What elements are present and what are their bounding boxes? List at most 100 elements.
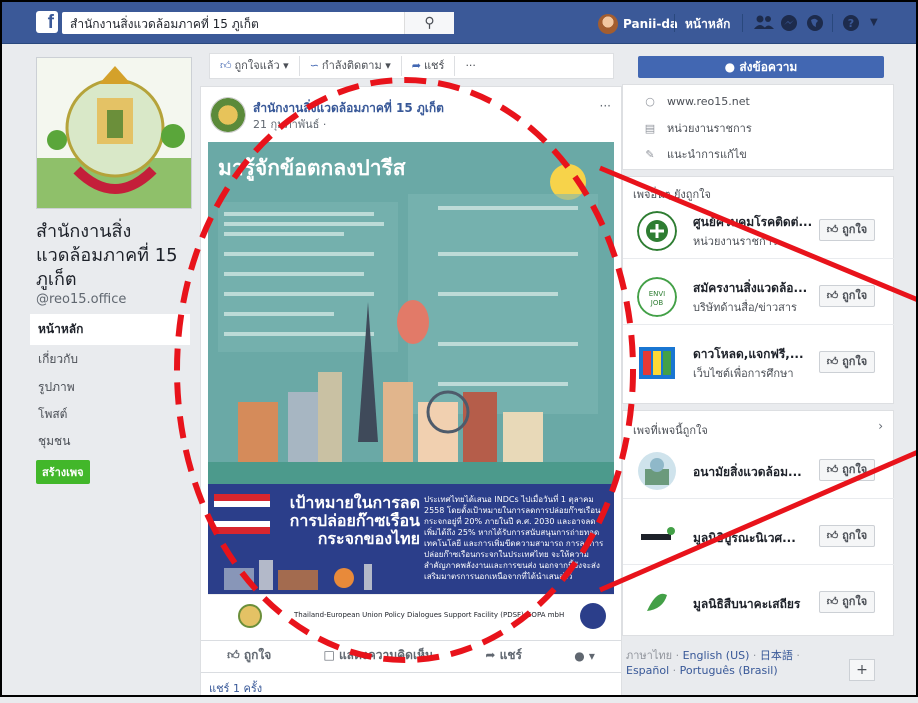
send-message-button[interactable]: ● ส่งข้อความ <box>638 56 884 78</box>
help-icon[interactable]: ? <box>842 14 860 36</box>
liked-pages-header: เพจที่เพจนี้ถูกใจ <box>633 424 708 437</box>
svg-text:ENVI: ENVI <box>649 290 666 298</box>
page-handle[interactable]: @reo15.office <box>36 292 126 307</box>
page-profile-picture[interactable] <box>36 57 192 209</box>
page-logo-icon[interactable] <box>637 211 677 251</box>
search-input[interactable]: สำนักงานสิ่งแวดล้อมภาคที่ 15 ภูเก็ต <box>62 12 440 34</box>
page-logo-icon[interactable]: ENVIJOB <box>637 277 677 317</box>
more-button[interactable]: ··· <box>455 56 486 76</box>
like-page-button[interactable]: 👍︎ ถูกใจ <box>819 591 875 613</box>
page-logo-icon[interactable] <box>637 517 677 557</box>
thumbs-up-icon: 👍︎ <box>826 289 839 302</box>
share-icon: ➦ <box>485 648 496 662</box>
page-category: หน่วยงานราชการ <box>693 235 778 248</box>
thumbs-up-icon: 👍︎ <box>826 463 839 476</box>
like-page-button[interactable]: 👍︎ ถูกใจ <box>819 219 875 241</box>
infographic-title: มารู้จักข้อตกลงปารีส <box>218 156 406 180</box>
profile-link[interactable]: Panii-da <box>598 14 678 34</box>
top-bar: f สำนักงานสิ่งแวดล้อมภาคที่ 15 ภูเก็ต ⚲ … <box>2 2 916 44</box>
notifications-globe-icon[interactable] <box>806 14 824 36</box>
page-logo-icon[interactable] <box>637 583 677 623</box>
thumbs-up-icon: 👍︎ <box>220 59 232 72</box>
nav-item-home[interactable]: หน้าหลัก <box>30 314 190 345</box>
globe-icon: ○ <box>645 95 655 108</box>
post-timestamp[interactable]: 21 กุมภาพันธ์ · <box>253 115 326 133</box>
page-name[interactable]: ดาวโหลด,แจกฟรี,... <box>693 345 804 364</box>
page-logo-icon[interactable] <box>637 451 677 491</box>
rss-icon: ∽ <box>309 59 319 72</box>
post-action-bar: 👍︎ ถูกใจ □ แสดงความคิดเห็น ➦ แชร์ ● ▾ <box>201 640 621 670</box>
banner-title: เป้าหมายในการลดการปล่อยก๊าซเรือนกระจกของ… <box>289 493 420 548</box>
post-card: สำนักงานสิ่งแวดล้อมภาคที่ 15 ภูเก็ต 21 ก… <box>200 86 622 697</box>
messenger-icon: ● <box>724 60 736 74</box>
home-link[interactable]: หน้าหลัก <box>685 15 730 34</box>
language-link-japanese[interactable]: 日本語 <box>760 649 793 662</box>
friends-icon[interactable] <box>754 14 774 34</box>
like-page-button[interactable]: 👍︎ ถูกใจ <box>819 525 875 547</box>
following-button[interactable]: ∽ กำลังติดตาม ▾ <box>300 56 402 76</box>
infographic-banner: เป้าหมายในการลดการปล่อยก๊าซเรือนกระจกของ… <box>208 484 614 594</box>
nav-item-about[interactable]: เกี่ยวกับ <box>30 344 190 375</box>
pencil-icon: ✎ <box>645 147 655 161</box>
avatar: ● <box>574 648 585 663</box>
like-page-button[interactable]: 👍︎ ถูกใจ <box>819 351 875 373</box>
like-page-button[interactable]: 👍︎ ถูกใจ <box>819 459 875 481</box>
thumbs-up-icon: 👍︎ <box>227 648 240 662</box>
divider <box>742 14 743 32</box>
page-title[interactable]: สำนักงานสิ่งแวดล้อมภาคที่ 15 ภูเก็ต <box>36 220 196 292</box>
language-link-english[interactable]: English (US) <box>683 649 750 662</box>
suggest-edit-row[interactable]: ✎ แนะนำการแก้ไข <box>643 145 746 163</box>
share-button[interactable]: ➦ แชร์ <box>402 56 456 76</box>
language-link-portuguese[interactable]: Português (Brasil) <box>680 664 778 677</box>
post-image-infographic[interactable]: มารู้จักข้อตกลงปารีส <box>208 142 614 484</box>
facebook-logo-icon[interactable]: f <box>36 11 58 33</box>
partner-logo-icon <box>580 603 606 629</box>
list-item: ดาวโหลด,แจกฟรี,... เว็บไซต์เพื่อการศึกษา… <box>623 333 895 391</box>
website-row[interactable]: ○ www.reo15.net <box>643 95 750 108</box>
share-icon: ➦ <box>411 59 421 72</box>
thumbs-up-icon: 👍︎ <box>826 595 839 608</box>
shares-count[interactable]: แชร์ 1 ครั้ง <box>201 672 621 703</box>
category-row[interactable]: ▤ หน่วยงานราชการ <box>643 119 752 137</box>
svg-text:JOB: JOB <box>650 299 664 307</box>
svg-text:?: ? <box>848 17 854 30</box>
react-as-button[interactable]: ● ▾ <box>574 649 595 663</box>
avatar <box>598 14 618 34</box>
thumbs-up-icon: 👍︎ <box>826 223 839 236</box>
search-icon[interactable]: ⚲ <box>404 12 454 34</box>
comment-button[interactable]: □ แสดงความคิดเห็น <box>323 646 433 665</box>
list-item: มูลนิธิบูรณะนิเวศ... 👍︎ ถูกใจ <box>623 507 895 565</box>
language-link-spanish[interactable]: Español <box>626 664 669 677</box>
user-name: Panii-da <box>623 17 679 31</box>
thumbs-up-icon: 👍︎ <box>826 355 839 368</box>
divider <box>832 14 833 32</box>
liked-button[interactable]: 👍︎ ถูกใจแล้ว ▾ <box>210 56 300 76</box>
emblem-icon <box>238 604 262 628</box>
post-author-avatar[interactable] <box>210 97 246 133</box>
page-logo-icon[interactable] <box>637 343 677 383</box>
chevron-down-icon[interactable]: ▼ <box>870 17 878 28</box>
page-name[interactable]: ศูนย์ควบคุมโรคติดต่... <box>693 213 812 232</box>
nav-item-community[interactable]: ชุมชน <box>30 426 190 457</box>
page-actions-bar: 👍︎ ถูกใจแล้ว ▾ ∽ กำลังติดตาม ▾ ➦ แชร์ ··· <box>209 53 614 79</box>
like-page-button[interactable]: 👍︎ ถูกใจ <box>819 285 875 307</box>
chevron-right-icon[interactable]: › <box>878 419 883 433</box>
like-button[interactable]: 👍︎ ถูกใจ <box>227 646 271 665</box>
page-name[interactable]: สมัครงานสิ่งแวดล้อ... <box>693 279 807 298</box>
also-liked-box: เพจอื่นๆ ยังถูกใจ ศูนย์ควบคุมโรคติดต่...… <box>622 176 895 404</box>
page-name[interactable]: อนามัยสิ่งแวดล้อม... <box>693 463 802 482</box>
thumbs-up-icon: 👍︎ <box>826 529 839 542</box>
category-icon: ▤ <box>644 121 656 135</box>
messenger-icon[interactable] <box>780 14 798 36</box>
footer-credit: Thailand-European Union Policy Dialogues… <box>294 611 565 619</box>
list-item: ศูนย์ควบคุมโรคติดต่... หน่วยงานราชการ 👍︎… <box>623 201 895 259</box>
page-name[interactable]: มูลนิธิบูรณะนิเวศ... <box>693 529 796 548</box>
list-item: อนามัยสิ่งแวดล้อม... 👍︎ ถูกใจ <box>623 441 895 499</box>
banner-text: ประเทศไทยได้เสนอ INDCs ไปเมื่อวันที่ 1 ต… <box>424 495 604 581</box>
add-language-button[interactable]: + <box>849 659 875 681</box>
share-post-button[interactable]: ➦ แชร์ <box>485 646 522 665</box>
post-options-icon[interactable]: ··· <box>600 99 611 113</box>
comment-icon: □ <box>323 648 335 662</box>
page-name[interactable]: มูลนิธิสืบนาคะเสถียร <box>693 595 800 614</box>
create-page-button[interactable]: สร้างเพจ <box>36 460 90 484</box>
